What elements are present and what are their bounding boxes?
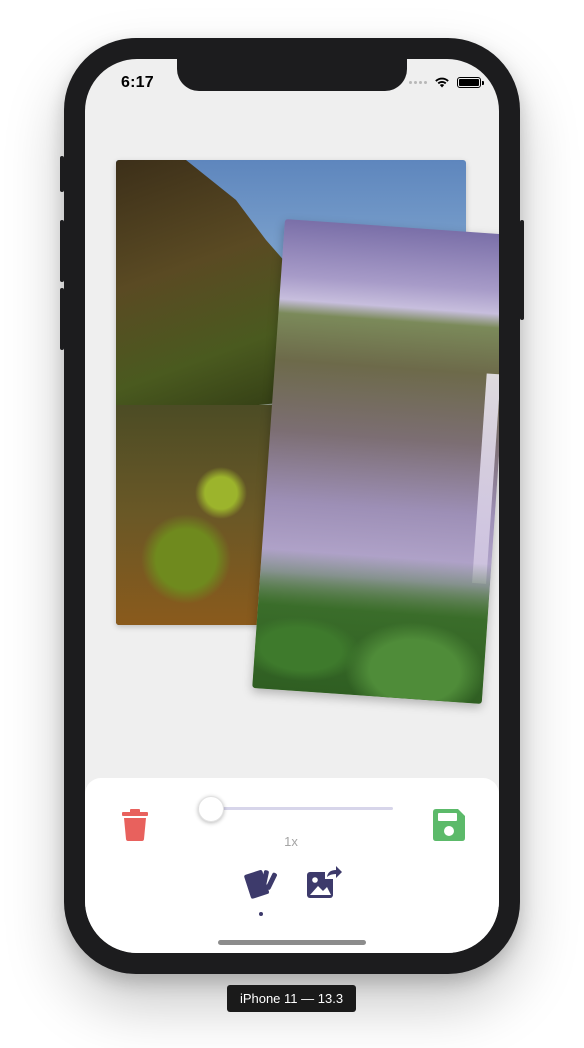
slider-thumb[interactable]	[198, 796, 224, 822]
trash-icon[interactable]	[121, 809, 149, 841]
slider-track	[198, 807, 393, 810]
cards-icon[interactable]	[244, 866, 280, 902]
power-button	[520, 220, 524, 320]
home-indicator[interactable]	[218, 940, 366, 945]
silent-switch	[60, 156, 64, 192]
cellular-dots-icon	[409, 80, 427, 84]
floppy-disk-icon[interactable]	[433, 809, 465, 841]
misty-waterfall-photo[interactable]	[252, 219, 499, 704]
notch	[177, 59, 407, 91]
waterfall-detail	[472, 373, 499, 584]
battery-icon	[457, 76, 484, 88]
volume-down-button	[60, 288, 64, 350]
status-time: 6:17	[121, 74, 154, 91]
app-screen: 6:17 1x	[85, 59, 499, 953]
zoom-slider[interactable]	[198, 796, 393, 822]
volume-up-button	[60, 220, 64, 282]
status-icons	[409, 76, 484, 88]
editor-toolbar: 1x	[85, 778, 499, 953]
wifi-icon	[435, 77, 449, 88]
image-export-icon[interactable]	[305, 864, 343, 902]
selected-mode-indicator	[259, 912, 263, 916]
device-label: iPhone 11 — 13.3	[227, 985, 356, 1012]
device-frame: 6:17 1x	[60, 38, 524, 974]
zoom-label: 1x	[284, 834, 298, 849]
foliage-detail	[252, 548, 492, 704]
